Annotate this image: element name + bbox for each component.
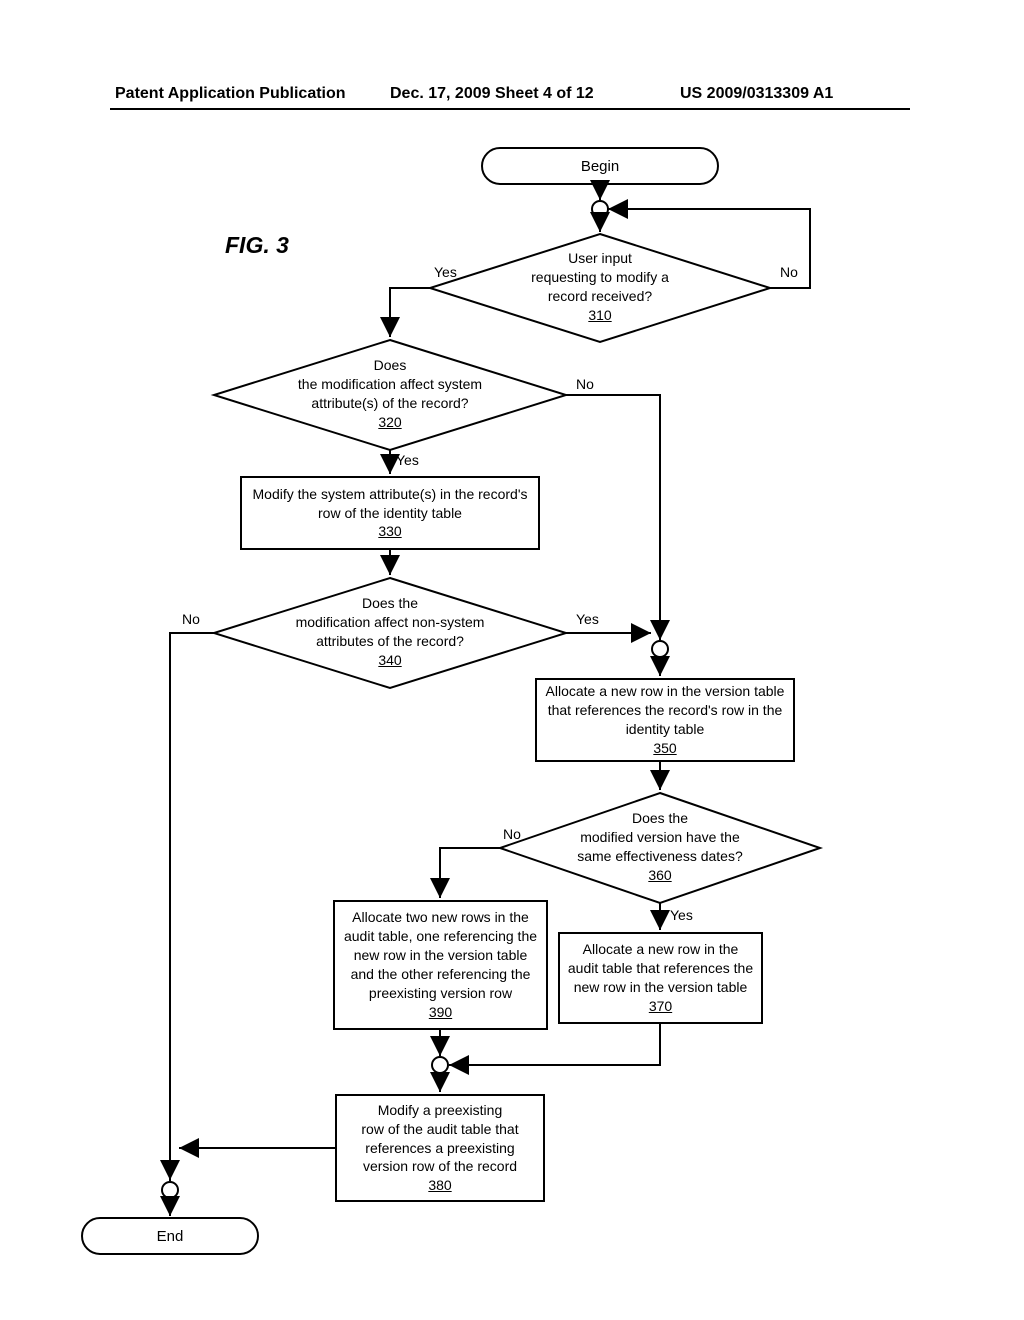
decision-310: User input requesting to modify a record… [500, 249, 700, 325]
edge-310-yes: Yes [434, 264, 457, 280]
terminator-end: End [82, 1218, 258, 1254]
process-330: Modify the system attribute(s) in the re… [240, 476, 540, 550]
edge-320-no: No [576, 376, 594, 392]
process-350: Allocate a new row in the version table … [535, 678, 795, 762]
decision-360: Does the modified version have the same … [560, 809, 760, 885]
edge-340-yes: Yes [576, 611, 599, 627]
edge-340-no: No [182, 611, 200, 627]
edge-320-yes: Yes [396, 452, 419, 468]
edge-360-yes: Yes [670, 907, 693, 923]
decision-340: Does the modification affect non-system … [290, 594, 490, 670]
edge-310-no: No [780, 264, 798, 280]
process-390: Allocate two new rows in the audit table… [333, 900, 548, 1030]
decision-320: Does the modification affect system attr… [290, 356, 490, 432]
terminator-begin: Begin [482, 148, 718, 184]
edge-360-no: No [503, 826, 521, 842]
process-380: Modify a preexisting row of the audit ta… [335, 1094, 545, 1202]
process-370: Allocate a new row in the audit table th… [558, 932, 763, 1024]
